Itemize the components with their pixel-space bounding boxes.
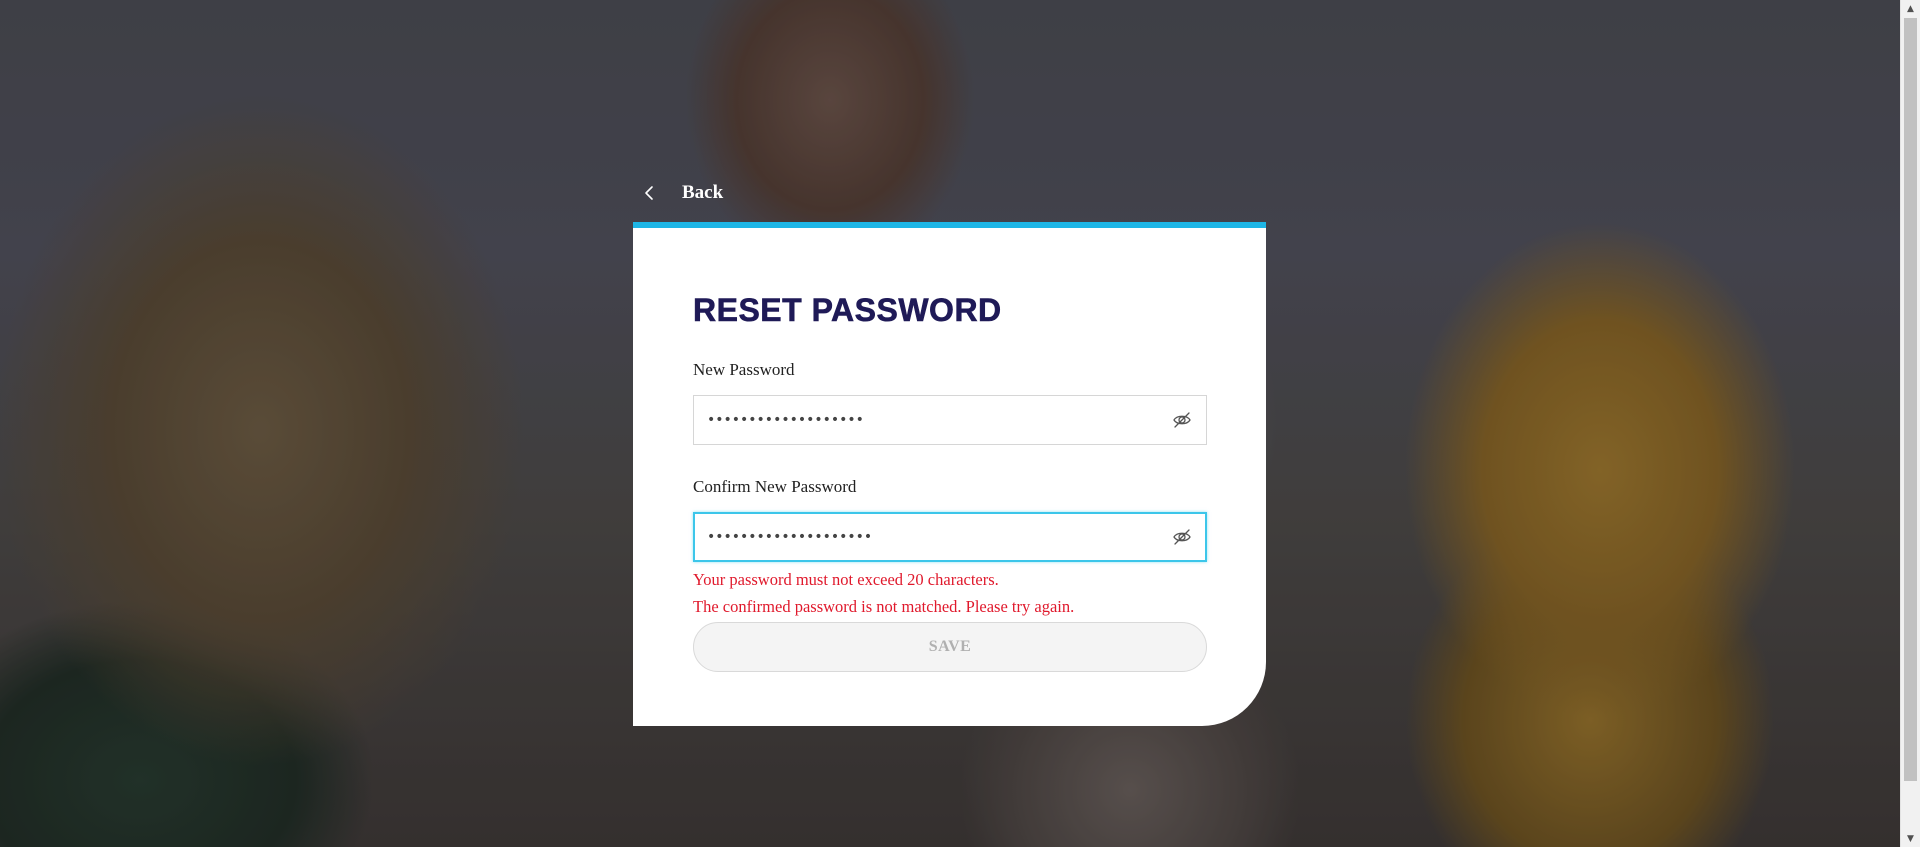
scroll-up-arrow-icon[interactable]: ▲ (1901, 0, 1920, 17)
scroll-down-arrow-icon[interactable]: ▼ (1901, 830, 1920, 847)
new-password-input[interactable] (707, 412, 1147, 428)
confirm-password-label: Confirm New Password (693, 477, 857, 496)
error-message-max-length: Your password must not exceed 20 charact… (693, 570, 999, 589)
page-title: RESET PASSWORD (693, 292, 1002, 329)
chevron-left-icon (645, 186, 653, 200)
vertical-scrollbar[interactable]: ▲ ▼ (1900, 0, 1920, 847)
scrollbar-thumb[interactable] (1904, 18, 1917, 781)
new-password-label: New Password (693, 360, 795, 379)
eye-off-icon[interactable] (1172, 410, 1192, 430)
confirm-password-field-container (693, 512, 1207, 562)
back-button[interactable]: Back (642, 178, 723, 208)
back-label: Back (682, 182, 724, 203)
page-viewport: Back RESET PASSWORD New Password Confirm… (0, 0, 1920, 847)
error-message-mismatch: The confirmed password is not matched. P… (693, 597, 1075, 616)
confirm-password-input[interactable] (707, 529, 1147, 545)
save-button[interactable]: SAVE (693, 622, 1207, 672)
reset-password-card: RESET PASSWORD New Password Confirm New … (633, 222, 1266, 726)
new-password-field-container (693, 395, 1207, 445)
eye-off-icon[interactable] (1172, 527, 1192, 547)
